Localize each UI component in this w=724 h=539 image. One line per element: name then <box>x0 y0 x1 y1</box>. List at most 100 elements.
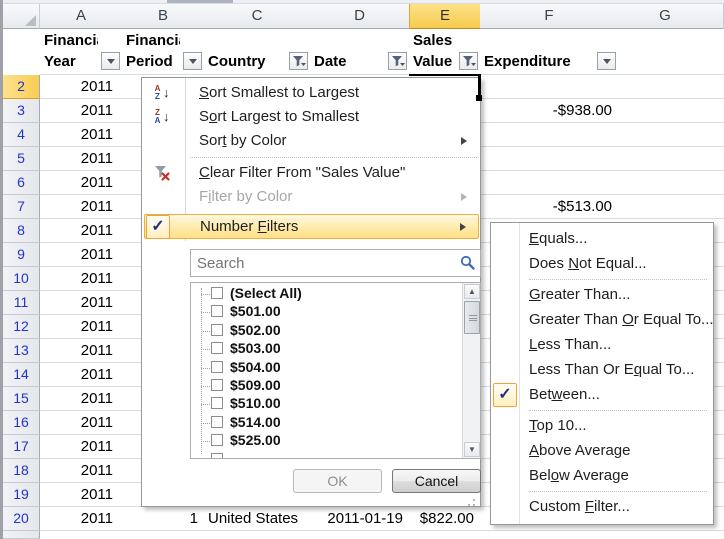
menu-item-sort-smallest-to-largest[interactable]: AZ↓Sort Smallest to Largest <box>144 81 479 105</box>
search-input[interactable] <box>190 249 481 277</box>
value-checkbox[interactable] <box>211 416 223 428</box>
cell-H3[interactable] <box>712 99 724 123</box>
row-header-16[interactable]: 16 <box>3 411 40 435</box>
column-header-C[interactable]: C <box>204 4 311 29</box>
row-header-3[interactable]: 3 <box>3 99 40 123</box>
row-header-14[interactable]: 14 <box>3 363 40 387</box>
value-checkbox[interactable] <box>211 434 223 446</box>
filter-button-B[interactable] <box>183 52 202 70</box>
submenu-item-between[interactable]: ✓Between... <box>492 383 713 408</box>
row-header-6[interactable]: 6 <box>3 171 40 195</box>
value-item-50900[interactable]: $509.00 <box>191 377 451 395</box>
cell-A13[interactable]: 2011 <box>40 339 123 363</box>
menu-item-sort-by-color[interactable]: Sort by Color <box>144 129 479 153</box>
row-header-9[interactable]: 9 <box>3 243 40 267</box>
submenu-item-less-than-or-equal-to[interactable]: Less Than Or Equal To... <box>492 358 713 383</box>
cell-F3[interactable]: -$938.00 <box>480 99 619 123</box>
value-checkbox[interactable] <box>211 287 223 299</box>
row-header-20[interactable]: 20 <box>3 507 40 531</box>
row-header-2[interactable]: 2 <box>3 75 40 99</box>
filter-button-C[interactable] <box>289 52 308 70</box>
value-checkbox[interactable] <box>211 342 223 354</box>
row-header-8[interactable]: 8 <box>3 219 40 243</box>
value-item-52500[interactable]: $525.00 <box>191 432 451 450</box>
header-cell-D1[interactable]: Date <box>310 29 410 75</box>
cell-G6[interactable] <box>618 171 713 195</box>
cell-A5[interactable]: 2011 <box>40 147 123 171</box>
menu-item-number-filters[interactable]: ✓Number Filters <box>144 214 479 239</box>
cell-A15[interactable]: 2011 <box>40 387 123 411</box>
submenu-item-greater-than[interactable]: Greater Than... <box>492 283 713 308</box>
cell-H2[interactable] <box>712 75 724 99</box>
column-header-A[interactable]: A <box>40 4 123 29</box>
cell-A10[interactable]: 2011 <box>40 267 123 291</box>
column-header-D[interactable]: D <box>310 4 410 29</box>
cell-A12[interactable]: 2011 <box>40 315 123 339</box>
value-item-select-all[interactable]: (Select All) <box>191 285 451 303</box>
cell-G4[interactable] <box>618 123 713 147</box>
menu-item-clear-filter[interactable]: Clear Filter From "Sales Value" <box>144 161 479 185</box>
row-header-4[interactable]: 4 <box>3 123 40 147</box>
row-header-5[interactable]: 5 <box>3 147 40 171</box>
submenu-item-less-than[interactable]: Less Than... <box>492 333 713 358</box>
cell-A8[interactable]: 2011 <box>40 219 123 243</box>
resize-grip[interactable] <box>464 495 476 505</box>
cell-A18[interactable]: 2011 <box>40 459 123 483</box>
list-scrollbar[interactable]: ▲▼ <box>462 283 480 458</box>
filter-button-F[interactable] <box>597 52 616 70</box>
filter-button-D[interactable] <box>388 52 407 70</box>
row-header-13[interactable]: 13 <box>3 339 40 363</box>
header-cell-C1[interactable]: Country <box>204 29 311 75</box>
menu-item-filter-by-color[interactable]: Filter by Color <box>144 185 479 209</box>
submenu-item-equals[interactable]: Equals... <box>492 227 713 252</box>
cell-A20[interactable]: 2011 <box>40 507 123 531</box>
cell-A6[interactable]: 2011 <box>40 171 123 195</box>
cell-A2[interactable]: 2011 <box>40 75 123 99</box>
select-all-corner[interactable] <box>3 4 40 29</box>
header-cell-E1[interactable]: SalesValue <box>409 29 481 75</box>
cell-G7[interactable] <box>618 195 713 219</box>
cell-B20[interactable]: 1 <box>122 507 205 531</box>
cell-G3[interactable] <box>618 99 713 123</box>
cell-H4[interactable] <box>712 123 724 147</box>
cell-A4[interactable]: 2011 <box>40 123 123 147</box>
column-header-E[interactable]: E <box>409 4 481 29</box>
cell-G5[interactable] <box>618 147 713 171</box>
value-item-50200[interactable]: $502.00 <box>191 322 451 340</box>
value-item-51400[interactable]: $514.00 <box>191 414 451 432</box>
column-header-B[interactable]: B <box>122 4 205 29</box>
cell-A9[interactable]: 2011 <box>40 243 123 267</box>
scroll-up-button[interactable]: ▲ <box>464 284 480 299</box>
cell-C20[interactable]: United States <box>204 507 311 531</box>
value-item-50400[interactable]: $504.00 <box>191 359 451 377</box>
cell-E20[interactable]: $822.00 <box>409 507 481 531</box>
cell-F2[interactable] <box>480 75 619 99</box>
row-header-11[interactable]: 11 <box>3 291 40 315</box>
cell-H6[interactable] <box>712 171 724 195</box>
cell-F5[interactable] <box>480 147 619 171</box>
value-item-50300[interactable]: $503.00 <box>191 340 451 358</box>
cell-A3[interactable]: 2011 <box>40 99 123 123</box>
header-cell-A1[interactable]: FinancialYear <box>40 29 123 75</box>
cell-A14[interactable]: 2011 <box>40 363 123 387</box>
cell-H5[interactable] <box>712 147 724 171</box>
submenu-item-does-not-equal[interactable]: Does Not Equal... <box>492 252 713 277</box>
value-checkbox[interactable] <box>211 379 223 391</box>
cell-F7[interactable]: -$513.00 <box>480 195 619 219</box>
row-header-7[interactable]: 7 <box>3 195 40 219</box>
column-header-G[interactable]: G <box>618 4 713 29</box>
value-item-50100[interactable]: $501.00 <box>191 303 451 321</box>
column-header-F[interactable]: F <box>480 4 619 29</box>
menu-item-sort-largest-to-smallest[interactable]: ZA↓Sort Largest to Smallest <box>144 105 479 129</box>
scroll-thumb[interactable] <box>464 301 480 334</box>
cell-A19[interactable]: 2011 <box>40 483 123 507</box>
row-header-10[interactable]: 10 <box>3 267 40 291</box>
submenu-item-above-average[interactable]: Above Average <box>492 439 713 464</box>
row-header-12[interactable]: 12 <box>3 315 40 339</box>
row-header-17[interactable]: 17 <box>3 435 40 459</box>
scroll-down-button[interactable]: ▼ <box>464 442 480 457</box>
value-checkbox[interactable] <box>211 324 223 336</box>
value-checkbox[interactable] <box>211 361 223 373</box>
value-item-51000[interactable]: $510.00 <box>191 395 451 413</box>
header-cell-B1[interactable]: FinancialPeriod <box>122 29 205 75</box>
